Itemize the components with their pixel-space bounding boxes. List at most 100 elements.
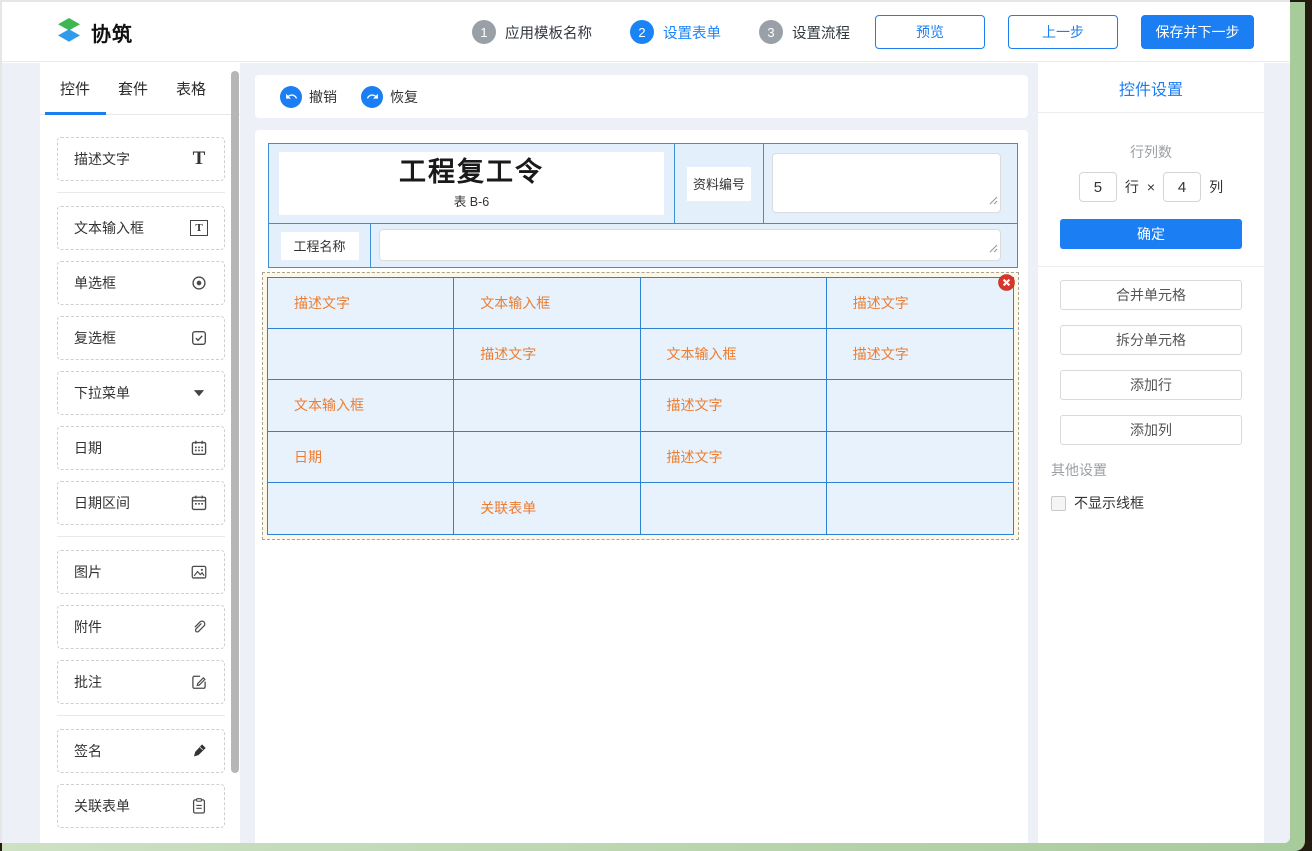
table-cell-r3c4[interactable] (827, 380, 1013, 431)
form-table: 描述文字文本输入框描述文字描述文字文本输入框描述文字文本输入框描述文字日期描述文… (267, 277, 1014, 535)
table-cell-r1c3[interactable] (641, 278, 827, 329)
delete-table-button[interactable] (998, 274, 1015, 291)
sidebar-item-text[interactable]: 描述文字T (57, 137, 225, 181)
sidebar-item-image[interactable]: 图片 (57, 550, 225, 594)
selected-table-wrapper[interactable]: 描述文字文本输入框描述文字描述文字文本输入框描述文字文本输入框描述文字日期描述文… (262, 272, 1019, 540)
sidebar-item-radio[interactable]: 单选框 (57, 261, 225, 305)
rowcol-label: 行列数 (1038, 142, 1264, 162)
sidebar-item-label: 签名 (74, 741, 102, 761)
resize-handle-icon[interactable] (988, 240, 998, 258)
sidebar-item-label: 复选框 (74, 328, 116, 348)
table-cell-r1c2[interactable]: 文本输入框 (454, 278, 640, 329)
add-column-button[interactable]: 添加列 (1060, 415, 1242, 445)
doc-no-input-cell (764, 144, 1017, 223)
step-3[interactable]: 3设置流程 (759, 20, 850, 44)
form-title: 工程复工令 (399, 157, 544, 188)
sidebar-item-label: 下拉菜单 (74, 383, 130, 403)
sidebar-tab-2[interactable]: 表格 (176, 63, 206, 114)
step-label: 应用模板名称 (505, 22, 592, 43)
app-header: 协筑 1应用模板名称 2设置表单 3设置流程 预览 上一步 保存并下一步 (2, 2, 1290, 62)
date-icon (189, 438, 209, 458)
sidebar-item-text-input[interactable]: 文本输入框T (57, 206, 225, 250)
doc-no-textarea[interactable] (772, 153, 1001, 213)
project-name-cell: 工程名称 (269, 224, 371, 267)
sidebar-scrollbar[interactable] (231, 71, 239, 773)
sidebar-item-label: 图片 (74, 562, 102, 582)
sidebar-control-list: 描述文字T 文本输入框T 单选框复选框下拉菜单日期日期区间图片附件批注签名关联表单 (40, 115, 240, 843)
confirm-button[interactable]: 确定 (1060, 219, 1242, 249)
sidebar-item-attachment[interactable]: 附件 (57, 605, 225, 649)
project-name-input-cell (371, 224, 1017, 267)
sidebar-tab-1[interactable]: 套件 (118, 63, 148, 114)
table-cell-r5c1[interactable] (268, 483, 454, 534)
hide-border-checkbox[interactable] (1051, 496, 1066, 511)
table-cell-r5c4[interactable] (827, 483, 1013, 534)
table-cell-r5c3[interactable] (641, 483, 827, 534)
table-cell-r4c4[interactable] (827, 432, 1013, 483)
table-cell-r2c2[interactable]: 描述文字 (454, 329, 640, 380)
app-logo[interactable]: 协筑 (55, 2, 133, 62)
checkbox-icon (189, 328, 209, 348)
table-cell-r2c4[interactable]: 描述文字 (827, 329, 1013, 380)
add-row-button[interactable]: 添加行 (1060, 370, 1242, 400)
rows-input[interactable] (1079, 172, 1117, 202)
previous-step-button[interactable]: 上一步 (1008, 15, 1118, 49)
split-cells-button[interactable]: 拆分单元格 (1060, 325, 1242, 355)
undo-button[interactable]: 撤销 (280, 86, 337, 108)
table-cell-r5c2[interactable]: 关联表单 (454, 483, 640, 534)
step-2[interactable]: 2设置表单 (630, 20, 721, 44)
project-name-textarea[interactable] (379, 229, 1001, 261)
table-cell-r2c3[interactable]: 文本输入框 (641, 329, 827, 380)
sidebar-item-label: 文本输入框 (74, 218, 144, 238)
undo-label: 撤销 (309, 87, 337, 107)
doc-no-label[interactable]: 资料编号 (687, 167, 751, 201)
rowcol-inputs: 行 × 列 (1038, 172, 1264, 202)
signature-icon (189, 741, 209, 761)
app-window: 协筑 1应用模板名称 2设置表单 3设置流程 预览 上一步 保存并下一步 控件套件表… (2, 2, 1290, 843)
sidebar-item-date[interactable]: 日期 (57, 426, 225, 470)
table-cell-r1c1[interactable]: 描述文字 (268, 278, 454, 329)
sidebar-item-checkbox[interactable]: 复选框 (57, 316, 225, 360)
sidebar-tab-0[interactable]: 控件 (60, 63, 90, 114)
cols-input[interactable] (1163, 172, 1201, 202)
sidebar-item-date-range[interactable]: 日期区间 (57, 481, 225, 525)
step-number-circle: 2 (630, 20, 654, 44)
table-cell-r3c2[interactable] (454, 380, 640, 431)
multiply-sign: × (1147, 179, 1155, 195)
undo-icon (280, 86, 302, 108)
hide-border-label: 不显示线框 (1074, 493, 1144, 513)
rows-unit: 行 (1125, 177, 1139, 197)
sidebar-item-label: 日期 (74, 438, 102, 458)
save-and-next-button[interactable]: 保存并下一步 (1141, 15, 1254, 49)
form-title-box[interactable]: 工程复工令 表 B-6 (279, 152, 664, 215)
table-cell-r3c1[interactable]: 文本输入框 (268, 380, 454, 431)
project-name-label[interactable]: 工程名称 (281, 232, 359, 260)
redo-button[interactable]: 恢复 (361, 86, 418, 108)
table-cell-r3c3[interactable]: 描述文字 (641, 380, 827, 431)
hide-border-checkbox-row[interactable]: 不显示线框 (1051, 493, 1264, 513)
sidebar-item-dropdown[interactable]: 下拉菜单 (57, 371, 225, 415)
sidebar-item-label: 日期区间 (74, 493, 130, 513)
sidebar-item-linked-form[interactable]: 关联表单 (57, 784, 225, 828)
sidebar-item-label: 批注 (74, 672, 102, 692)
preview-button[interactable]: 预览 (875, 15, 985, 49)
table-cell-r4c1[interactable]: 日期 (268, 432, 454, 483)
form-title-cell: 工程复工令 表 B-6 (269, 144, 674, 223)
sidebar-group-divider (57, 536, 225, 537)
logo-text: 协筑 (91, 18, 133, 47)
resize-handle-icon[interactable] (988, 192, 998, 210)
table-cell-r4c3[interactable]: 描述文字 (641, 432, 827, 483)
step-1[interactable]: 1应用模板名称 (472, 20, 592, 44)
logo-icon (55, 16, 83, 49)
sidebar-item-signature[interactable]: 签名 (57, 729, 225, 773)
header-buttons: 预览 上一步 保存并下一步 (875, 15, 1254, 49)
merge-cells-button[interactable]: 合并单元格 (1060, 280, 1242, 310)
step-number-circle: 3 (759, 20, 783, 44)
table-cell-r4c2[interactable] (454, 432, 640, 483)
sidebar-item-annotation[interactable]: 批注 (57, 660, 225, 704)
sidebar-item-label: 单选框 (74, 273, 116, 293)
project-name-row: 工程名称 (269, 223, 1017, 267)
table-cell-r2c1[interactable] (268, 329, 454, 380)
table-cell-r1c4[interactable]: 描述文字 (827, 278, 1013, 329)
cols-unit: 列 (1209, 177, 1223, 197)
